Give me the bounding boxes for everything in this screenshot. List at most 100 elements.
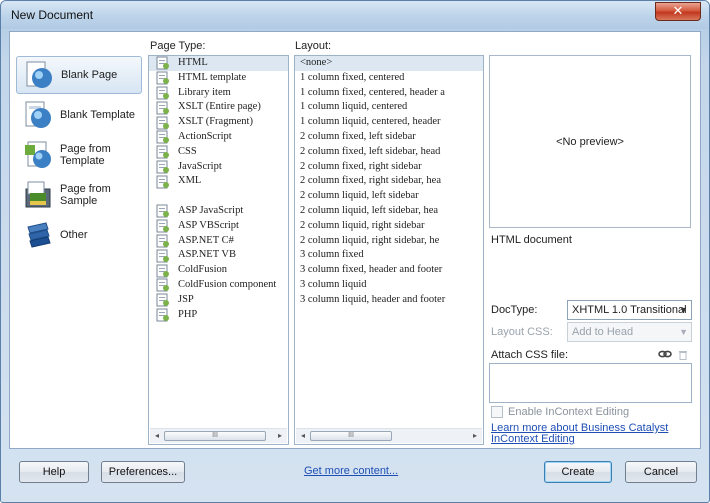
blank-page-icon	[26, 61, 52, 88]
page-type-item[interactable]: JSP	[149, 293, 288, 308]
other-icon	[27, 222, 51, 248]
category-page-from-template[interactable]: Page from Template	[16, 136, 142, 174]
layout-item[interactable]: <none>	[295, 56, 483, 71]
page-type-label: XML	[178, 175, 202, 187]
category-blank-page[interactable]: Blank Page	[16, 56, 142, 94]
page-type-label: XSLT (Entire page)	[178, 101, 261, 113]
page-type-label: PHP	[178, 308, 198, 320]
layout-item[interactable]: 1 column liquid, centered	[295, 100, 483, 115]
document-icon	[156, 234, 169, 248]
doctype-select[interactable]: XHTML 1.0 Transitional ▼	[567, 300, 692, 320]
chevron-down-icon: ▼	[679, 327, 688, 337]
page-type-label: ASP.NET VB	[178, 249, 236, 261]
layout-label: Layout:	[295, 40, 332, 52]
page-type-scrollbar[interactable]: ◂ III ▸	[150, 428, 287, 443]
preview-text: <No preview>	[556, 135, 624, 148]
page-type-item[interactable]: XSLT (Entire page)	[149, 100, 288, 115]
page-type-label: ASP.NET C#	[178, 234, 234, 246]
trash-icon[interactable]	[678, 349, 688, 360]
layout-item[interactable]: 2 column liquid, right sidebar	[295, 219, 483, 234]
layout-list[interactable]: <none> 1 column fixed, centered 1 column f…	[294, 55, 484, 445]
layout-item[interactable]: 1 column liquid, centered, header	[295, 115, 483, 130]
document-icon	[156, 145, 169, 159]
page-type-item[interactable]: HTML	[149, 56, 288, 71]
page-type-label: XSLT (Fragment)	[178, 116, 253, 128]
layout-item[interactable]: 3 column liquid, header and footer	[295, 293, 483, 308]
page-type-label: CSS	[178, 145, 197, 157]
category-blank-template[interactable]: Blank Template	[16, 96, 142, 134]
category-page-from-sample[interactable]: Page from Sample	[16, 176, 142, 214]
category-list: Blank Page Blank Template Page from Temp…	[10, 32, 150, 448]
new-document-dialog: New Document ✕ Blank Page Blank Template…	[0, 0, 710, 503]
document-icon	[156, 116, 169, 130]
page-type-item[interactable]: XML	[149, 174, 288, 189]
page-type-item[interactable]: ASP.NET VB	[149, 248, 288, 263]
layout-scrollbar[interactable]: ◂ III ▸	[296, 428, 482, 443]
page-type-item[interactable]: HTML template	[149, 71, 288, 86]
page-type-item[interactable]: PHP	[149, 308, 288, 323]
attach-css-list[interactable]	[489, 363, 692, 403]
cancel-button[interactable]: Cancel	[625, 461, 697, 483]
page-type-item[interactable]: ColdFusion component	[149, 278, 288, 293]
document-icon	[156, 86, 169, 100]
page-type-list[interactable]: HTML HTML template Library item XSLT (Entir…	[148, 55, 289, 445]
help-button[interactable]: Help	[19, 461, 89, 483]
layout-item[interactable]: 3 column fixed, header and footer	[295, 263, 483, 278]
page-from-template-icon	[25, 141, 51, 168]
layout-item[interactable]: 1 column fixed, centered	[295, 71, 483, 86]
category-label: Other	[60, 229, 88, 241]
page-type-items: HTML HTML template Library item XSLT (Entir…	[149, 56, 288, 322]
scroll-left-arrow[interactable]: ◂	[152, 431, 162, 441]
category-label: Blank Template	[60, 109, 136, 121]
document-icon	[156, 204, 169, 218]
page-type-item[interactable]: ColdFusion	[149, 263, 288, 278]
preferences-button[interactable]: Preferences...	[101, 461, 185, 483]
page-type-item[interactable]: ActionScript	[149, 130, 288, 145]
layout-item[interactable]: 2 column liquid, right sidebar, he	[295, 234, 483, 249]
scroll-right-arrow[interactable]: ▸	[470, 431, 480, 441]
layout-item[interactable]: 2 column fixed, right sidebar	[295, 160, 483, 175]
scroll-thumb[interactable]: III	[164, 431, 266, 441]
category-other[interactable]: Other	[16, 216, 142, 254]
page-from-sample-icon	[25, 181, 51, 208]
document-icon	[156, 175, 169, 189]
layout-item[interactable]: 2 column liquid, left sidebar, hea	[295, 204, 483, 219]
incontext-editing-label: Enable InContext Editing	[508, 406, 630, 418]
learn-more-link[interactable]: Learn more about Business Catalyst InCon…	[491, 423, 691, 445]
page-type-item[interactable]: ASP VBScript	[149, 219, 288, 234]
page-type-item[interactable]: JavaScript	[149, 160, 288, 175]
document-icon	[156, 308, 169, 322]
layout-css-label: Layout CSS:	[491, 326, 553, 338]
layout-item[interactable]: 1 column fixed, centered, header a	[295, 86, 483, 101]
layout-item[interactable]: 3 column fixed	[295, 248, 483, 263]
document-icon	[156, 56, 169, 70]
create-button[interactable]: Create	[544, 461, 612, 483]
scroll-right-arrow[interactable]: ▸	[275, 431, 285, 441]
attach-css-label: Attach CSS file:	[491, 349, 569, 361]
page-type-label: ColdFusion component	[178, 278, 277, 290]
scroll-thumb[interactable]: III	[310, 431, 392, 441]
layout-item[interactable]: 2 column liquid, left sidebar	[295, 189, 483, 204]
page-type-label: ActionScript	[178, 130, 232, 142]
chain-link-icon[interactable]	[658, 349, 672, 359]
layout-item[interactable]: 2 column fixed, left sidebar, head	[295, 145, 483, 160]
dialog-body: Blank Page Blank Template Page from Temp…	[9, 31, 701, 449]
document-icon	[156, 160, 169, 174]
page-type-item[interactable]: XSLT (Fragment)	[149, 115, 288, 130]
close-button[interactable]: ✕	[655, 2, 701, 21]
layout-item[interactable]: 2 column fixed, left sidebar	[295, 130, 483, 145]
scroll-left-arrow[interactable]: ◂	[298, 431, 308, 441]
layout-item[interactable]: 2 column fixed, right sidebar, hea	[295, 174, 483, 189]
page-type-item[interactable]: ASP JavaScript	[149, 204, 288, 219]
preview-pane: <No preview>	[489, 55, 691, 228]
layout-css-value: Add to Head	[572, 326, 634, 338]
title-bar: New Document ✕	[1, 1, 709, 29]
page-type-item[interactable]: ASP.NET C#	[149, 234, 288, 249]
page-type-item[interactable]: CSS	[149, 145, 288, 160]
layout-item[interactable]: 3 column liquid	[295, 278, 483, 293]
incontext-editing-checkbox	[491, 406, 503, 418]
doctype-label: DocType:	[491, 304, 538, 316]
get-more-content-link[interactable]: Get more content...	[304, 465, 398, 477]
layout-items: <none> 1 column fixed, centered 1 column f…	[295, 56, 483, 308]
page-type-item[interactable]: Library item	[149, 86, 288, 101]
